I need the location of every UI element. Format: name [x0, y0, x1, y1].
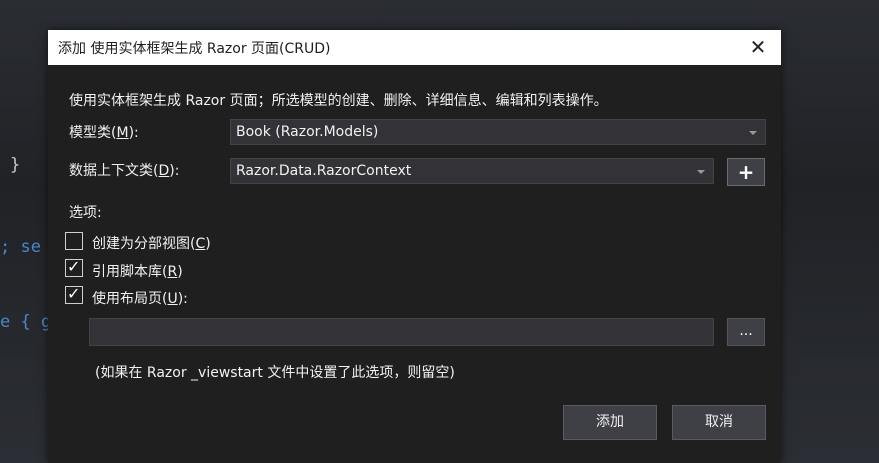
- script-libs-checkbox[interactable]: ✓: [65, 257, 83, 277]
- model-class-label: 模型类(M):: [69, 125, 139, 141]
- layout-note: (如果在 Razor _viewstart 文件中设置了此选项，则留空): [95, 365, 455, 381]
- add-button[interactable]: 添加: [563, 405, 657, 440]
- scaffold-dialog: 添加 使用实体框架生成 Razor 页面(CRUD) ✕ 使用实体框架生成 Ra…: [48, 30, 781, 463]
- use-layout-checkbox[interactable]: ✓: [65, 284, 83, 304]
- data-context-value: Razor.Data.RazorContext: [236, 163, 412, 179]
- partial-view-label: 创建为分部视图(C): [92, 236, 211, 252]
- background-code-get: e { g: [0, 312, 52, 332]
- close-icon: ✕: [749, 35, 767, 59]
- chevron-down-icon: [697, 170, 705, 174]
- close-button[interactable]: ✕: [745, 34, 771, 60]
- background-code-set: ; se: [0, 237, 41, 257]
- dialog-description: 使用实体框架生成 Razor 页面；所选模型的创建、删除、详细信息、编辑和列表操…: [69, 93, 608, 109]
- data-context-label: 数据上下文类(D):: [69, 163, 180, 179]
- data-context-dropdown[interactable]: Razor.Data.RazorContext: [230, 158, 714, 184]
- plus-icon: +: [737, 160, 755, 184]
- script-libs-label: 引用脚本库(R): [92, 264, 183, 280]
- add-data-context-button[interactable]: +: [727, 158, 765, 186]
- background-code-brace: }: [10, 155, 21, 175]
- checkmark-icon: ✓: [67, 257, 81, 276]
- dialog-titlebar: 添加 使用实体框架生成 Razor 页面(CRUD) ✕: [48, 30, 781, 65]
- options-label: 选项:: [69, 205, 102, 221]
- browse-layout-button[interactable]: ...: [727, 318, 765, 346]
- dialog-title: 添加 使用实体框架生成 Razor 页面(CRUD): [58, 41, 331, 57]
- chevron-down-icon: [749, 131, 757, 135]
- checkmark-icon: ✓: [67, 284, 81, 303]
- model-class-dropdown[interactable]: Book (Razor.Models): [230, 119, 766, 145]
- layout-path-input[interactable]: [89, 318, 714, 346]
- use-layout-label: 使用布局页(U):: [92, 291, 188, 307]
- model-class-value: Book (Razor.Models): [236, 124, 379, 140]
- partial-view-checkbox[interactable]: [65, 232, 83, 250]
- cancel-button[interactable]: 取消: [672, 405, 766, 440]
